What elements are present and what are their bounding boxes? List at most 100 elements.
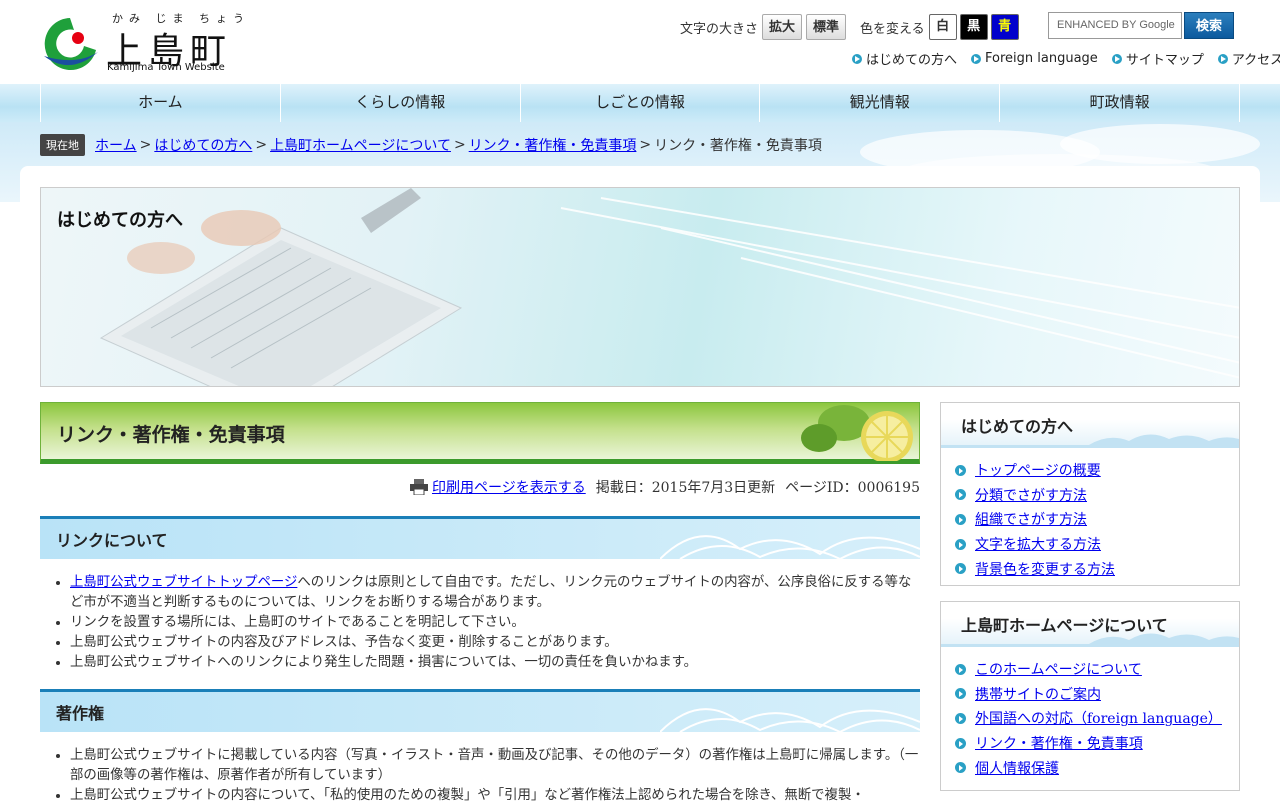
breadcrumb-link-home[interactable]: ホーム [95,135,137,155]
logo-mark-icon [44,18,98,70]
sidebar-list: このホームページについて 携帯サイトのご案内 外国語への対応（foreign l… [941,657,1239,780]
sublink-label: Foreign language [985,51,1098,66]
wave-decoration [1089,434,1239,445]
section-heading-links: リンクについて [40,516,920,559]
list-item: リンクを設置する場所には、上島町のサイトであることを明記して下さい。 [70,613,920,633]
search-button[interactable]: 検索 [1184,12,1234,39]
color-label: 色を変える [860,21,925,37]
page-id: ページID：0006195 [785,480,920,496]
breadcrumb-separator: > [453,137,466,153]
breadcrumb-current: リンク・著作権・免責事項 [654,138,822,154]
nav-item-work[interactable]: しごとの情報 [519,84,760,122]
arrow-bullet-icon [955,563,966,575]
breadcrumb-link-link-copyright[interactable]: リンク・著作権・免責事項 [469,135,637,155]
arrow-bullet-icon [1217,53,1228,64]
hero-title: はじめての方へ [57,210,183,231]
search-box: ENHANCED BY Google 検索 [1048,12,1234,39]
sidebar-item[interactable]: 外国語への対応（foreign language） [955,706,1239,731]
sidebar-item[interactable]: 分類でさがす方法 [955,483,1239,508]
color-blue-button[interactable]: 青 [990,14,1019,40]
accessibility-tools: 文字の大きさ 拡大 標準 色を変える 白 黒 青 [680,12,1022,42]
sidebar-box-beginners: はじめての方へ トップページの概要 分類でさがす方法 組織でさがす方法 文字を拡… [940,402,1240,586]
sidebar-link[interactable]: 携帯サイトのご案内 [975,684,1101,704]
arrow-bullet-icon [852,53,862,64]
sidebar-link[interactable]: このホームページについて [975,659,1142,679]
top-page-link[interactable]: 上島町公式ウェブサイトトップページ [70,575,297,590]
site-header: かみ じま ちょう 上島町 Kamijima Town Website 文字の大… [0,0,1280,84]
arrow-bullet-icon [955,737,966,749]
sidebar-link[interactable]: 個人情報保護 [975,758,1059,778]
wave-decoration [660,708,920,732]
color-white-button[interactable]: 白 [928,14,957,40]
font-enlarge-button[interactable]: 拡大 [762,14,803,40]
site-logo[interactable]: かみ じま ちょう 上島町 Kamijima Town Website [40,10,244,76]
sublink-sitemap[interactable]: サイトマップ [1111,49,1204,68]
breadcrumb: 現在地 ホーム > はじめての方へ > 上島町ホームページについて > リンク・… [40,134,822,156]
page-title-bar: リンク・著作権・免責事項 [40,402,920,464]
font-standard-button[interactable]: 標準 [806,14,847,40]
citrus-icon [801,405,913,461]
arrow-bullet-icon [955,712,966,724]
wave-decoration [660,535,920,559]
arrow-bullet-icon [971,53,982,64]
print-page-link[interactable]: 印刷用ページを表示する [432,477,586,497]
sidebar-box-about-site: 上島町ホームページについて このホームページについて 携帯サイトのご案内 外国語… [940,601,1240,791]
list-item: 上島町公式ウェブサイトの内容について、「私的使用のための複製」や「引用」など著作… [70,786,920,806]
sidebar-list: トップページの概要 分類でさがす方法 組織でさがす方法 文字を拡大する方法 背景… [941,458,1239,581]
sublink-label: アクセス [1231,53,1280,68]
arrow-bullet-icon [955,513,966,525]
sidebar-link[interactable]: トップページの概要 [975,460,1101,480]
sidebar-heading: 上島町ホームページについて [941,602,1239,647]
sidebar-item[interactable]: トップページの概要 [955,458,1239,483]
sidebar-item[interactable]: リンク・著作権・免責事項 [955,731,1239,756]
printer-icon [409,479,428,495]
arrow-bullet-icon [1111,53,1122,64]
list-item: 上島町公式ウェブサイトの内容及びアドレスは、予告なく変更・削除することがあります… [70,633,920,653]
breadcrumb-separator: > [139,137,152,153]
search-placeholder: ENHANCED BY Google [1057,19,1175,31]
sublink-beginners[interactable]: はじめての方へ [852,49,957,68]
global-nav: ホーム くらしの情報 しごとの情報 観光情報 町政情報 [0,84,1280,122]
sidebar-link[interactable]: 背景色を変更する方法 [975,559,1115,579]
color-black-button[interactable]: 黒 [959,14,988,40]
nav-item-living[interactable]: くらしの情報 [279,84,520,122]
list-item: 上島町公式ウェブサイトに掲載している内容（写真・イラスト・音声・動画及び記事、そ… [70,746,920,786]
sidebar-link[interactable]: 組織でさがす方法 [975,509,1087,529]
sidebar-link[interactable]: リンク・著作権・免責事項 [975,733,1143,753]
sidebar-link[interactable]: 外国語への対応（foreign language） [975,708,1222,728]
arrow-bullet-icon [955,489,966,501]
sidebar-item[interactable]: このホームページについて [955,657,1239,682]
sublink-foreign-language[interactable]: Foreign language [971,49,1098,68]
nav-item-home[interactable]: ホーム [40,84,280,122]
font-size-label: 文字の大きさ [680,21,759,37]
section-heading-copyright: 著作権 [40,689,920,732]
laptop-illustration [99,188,1239,386]
arrow-bullet-icon [955,464,966,476]
published-date: 掲載日：2015年7月3日更新 [595,480,776,496]
page-title: リンク・著作権・免責事項 [57,424,285,446]
sidebar-title: はじめての方へ [961,417,1074,436]
wave-decoration [1089,633,1239,644]
sidebar-link[interactable]: 分類でさがす方法 [975,485,1087,505]
sidebar-item[interactable]: 携帯サイトのご案内 [955,682,1239,707]
current-location-badge: 現在地 [40,134,85,156]
nav-item-tourism[interactable]: 観光情報 [759,84,999,122]
arrow-bullet-icon [955,688,966,700]
breadcrumb-link-beginners[interactable]: はじめての方へ [154,135,252,155]
sidebar-heading: はじめての方へ [941,403,1239,448]
links-list: 上島町公式ウェブサイトトップページへのリンクは原則として自由です。ただし、リンク… [40,573,920,673]
list-item: 上島町公式ウェブサイトへのリンクにより発生した問題・損害については、一切の責任を… [70,653,920,673]
sublink-access[interactable]: アクセス [1217,49,1280,68]
header-sublinks: はじめての方へ Foreign language サイトマップ アクセス [852,49,1280,68]
sidebar-item[interactable]: 背景色を変更する方法 [955,556,1239,581]
arrow-bullet-icon [955,538,966,550]
page-meta: 印刷用ページを表示する 掲載日：2015年7月3日更新 ページID：000619… [40,470,920,504]
nav-item-government[interactable]: 町政情報 [999,84,1240,122]
copyright-list: 上島町公式ウェブサイトに掲載している内容（写真・イラスト・音声・動画及び記事、そ… [40,746,920,806]
breadcrumb-link-about-site[interactable]: 上島町ホームページについて [270,135,451,155]
sidebar-item[interactable]: 個人情報保護 [955,755,1239,780]
sidebar-item[interactable]: 組織でさがす方法 [955,507,1239,532]
sidebar-item[interactable]: 文字を拡大する方法 [955,532,1239,557]
sidebar-link[interactable]: 文字を拡大する方法 [975,534,1101,554]
search-input[interactable]: ENHANCED BY Google [1048,12,1182,39]
